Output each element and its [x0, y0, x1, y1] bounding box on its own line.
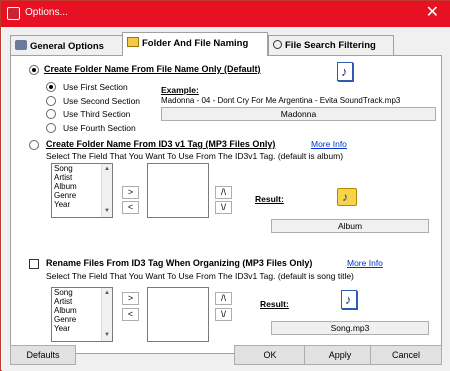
scrollbar[interactable]: ▲ ▼	[101, 164, 112, 217]
music-note-icon: ♪	[337, 62, 353, 81]
rename-selected-list[interactable]	[147, 287, 209, 342]
more-info-link-rename[interactable]: More Info	[347, 258, 383, 268]
rename-move-up-button[interactable]: /\	[215, 292, 232, 305]
radio-fourth-section[interactable]	[46, 123, 56, 133]
add-rename-field-button[interactable]: >	[122, 292, 139, 305]
cancel-button[interactable]: Cancel	[370, 345, 442, 365]
id3-selected-list[interactable]	[147, 163, 209, 218]
folder-icon	[127, 37, 139, 47]
remove-rename-field-button[interactable]: <	[122, 308, 139, 321]
move-down-button[interactable]: \/	[215, 201, 232, 214]
option-label: Use Second Section	[63, 96, 141, 106]
tab-folder-and-file-naming[interactable]: Folder And File Naming	[122, 32, 268, 56]
example-label: Example:	[161, 85, 199, 95]
result-label: Result:	[260, 299, 289, 309]
more-info-link-id3-folder[interactable]: More Info	[311, 139, 347, 149]
title-bar: Options... ✕	[1, 1, 450, 27]
section3-title: Rename Files From ID3 Tag When Organizin…	[46, 258, 313, 268]
tab-general-options[interactable]: General Options	[10, 35, 124, 55]
window-title: Options...	[25, 7, 68, 18]
rename-field-list[interactable]: Song Artist Album Genre Year ▲ ▼	[51, 287, 113, 342]
result-label: Result:	[255, 194, 284, 204]
ok-button[interactable]: OK	[234, 345, 306, 365]
gear-icon	[15, 40, 27, 50]
app-icon	[7, 7, 20, 20]
section3-instruction: Select The Field That You Want To Use Fr…	[46, 271, 354, 281]
client-area: General Options Folder And File Naming F…	[2, 27, 450, 371]
section2-instruction: Select The Field That You Want To Use Fr…	[46, 151, 344, 161]
section2-title: Create Folder Name From ID3 v1 Tag (MP3 …	[46, 139, 276, 149]
example-result-field: Madonna	[161, 107, 436, 121]
radio-third-section[interactable]	[46, 109, 56, 119]
radio-first-section[interactable]	[46, 82, 56, 92]
music-note-icon: ♪	[341, 290, 357, 309]
option-label: Use Third Section	[63, 109, 131, 119]
add-field-button[interactable]: >	[122, 186, 139, 199]
rename-result-field: Song.mp3	[271, 321, 429, 335]
section1-title: Create Folder Name From File Name Only (…	[44, 64, 261, 74]
rename-files-checkbox[interactable]	[29, 259, 39, 269]
radio-from-file-name[interactable]	[29, 65, 39, 75]
close-icon[interactable]: ✕	[426, 3, 439, 23]
apply-button[interactable]: Apply	[304, 345, 376, 365]
scrollbar[interactable]: ▲ ▼	[101, 288, 112, 341]
folder-naming-panel: Create Folder Name From File Name Only (…	[10, 55, 442, 354]
option-label: Use Fourth Section	[63, 123, 136, 133]
radio-from-id3-tag[interactable]	[29, 140, 39, 150]
defaults-button[interactable]: Defaults	[10, 345, 76, 365]
tab-file-search-filtering[interactable]: File Search Filtering	[268, 35, 394, 55]
search-icon	[273, 40, 282, 49]
radio-second-section[interactable]	[46, 96, 56, 106]
remove-field-button[interactable]: <	[122, 201, 139, 214]
option-label: Use First Section	[63, 82, 128, 92]
rename-move-down-button[interactable]: \/	[215, 308, 232, 321]
move-up-button[interactable]: /\	[215, 186, 232, 199]
example-filename: Madonna - 04 - Dont Cry For Me Argentina…	[161, 96, 401, 105]
options-window: Options... ✕ General Options Folder And …	[0, 0, 450, 371]
id3-folder-result-field: Album	[271, 219, 429, 233]
id3-field-list[interactable]: Song Artist Album Genre Year ▲ ▼	[51, 163, 113, 218]
folder-music-icon: ♪	[337, 188, 357, 206]
